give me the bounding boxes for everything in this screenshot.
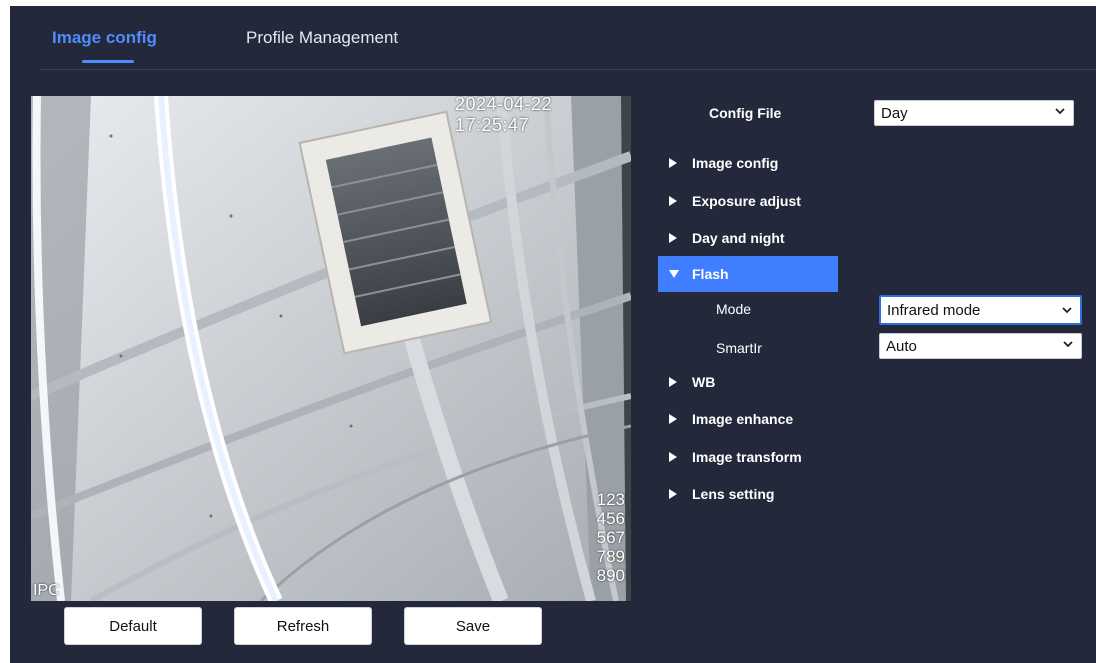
section-exposure-adjust[interactable]: Exposure adjust <box>658 183 838 219</box>
section-label: Lens setting <box>692 486 775 502</box>
osd-channel-name: IPC <box>33 582 60 599</box>
active-tab-indicator <box>82 60 134 63</box>
config-file-value: Day <box>881 104 908 122</box>
chevron-down-icon <box>1063 341 1073 348</box>
refresh-button[interactable]: Refresh <box>234 607 372 645</box>
smartir-select[interactable]: Auto <box>879 333 1082 359</box>
section-image-enhance[interactable]: Image enhance <box>658 401 838 437</box>
save-button[interactable]: Save <box>404 607 542 645</box>
osd-line: 789 <box>596 547 625 566</box>
tab-profile-management[interactable]: Profile Management <box>246 28 398 48</box>
video-preview[interactable]: 2024-04-22 17:25:47 123 456 567 789 890 … <box>31 96 631 601</box>
osd-line: 123 <box>596 490 625 509</box>
triangle-right-icon <box>668 413 684 425</box>
triangle-right-icon <box>668 232 684 244</box>
settings-panel: Image config Profile Management 2024-04-… <box>10 6 1096 663</box>
osd-line: 456 <box>596 509 625 528</box>
section-image-config[interactable]: Image config <box>658 145 838 181</box>
mode-select[interactable]: Infrared mode <box>879 295 1082 325</box>
default-button[interactable]: Default <box>64 607 202 645</box>
config-file-label: Config File <box>709 105 782 121</box>
section-image-transform[interactable]: Image transform <box>658 439 838 475</box>
triangle-right-icon <box>668 195 684 207</box>
osd-line: 890 <box>596 566 625 585</box>
section-day-and-night[interactable]: Day and night <box>658 220 838 256</box>
section-lens-setting[interactable]: Lens setting <box>658 476 838 512</box>
osd-line: 567 <box>596 528 625 547</box>
smartir-label: SmartIr <box>716 340 762 356</box>
osd-timestamp: 2024-04-22 17:25:47 <box>455 96 553 135</box>
section-label: Day and night <box>692 230 785 246</box>
triangle-down-icon <box>668 269 684 279</box>
section-label: Exposure adjust <box>692 193 801 209</box>
triangle-right-icon <box>668 157 684 169</box>
section-label: WB <box>692 374 716 390</box>
section-label: Flash <box>692 266 729 282</box>
chevron-down-icon <box>1062 307 1072 314</box>
tab-divider <box>40 69 1096 70</box>
section-flash[interactable]: Flash <box>658 256 838 292</box>
section-wb[interactable]: WB <box>658 364 838 400</box>
osd-text-lines: 123 456 567 789 890 <box>597 490 625 585</box>
section-label: Image transform <box>692 449 802 465</box>
config-file-select[interactable]: Day <box>874 100 1074 126</box>
section-label: Image config <box>692 155 779 171</box>
camera-image <box>31 96 631 601</box>
section-label: Image enhance <box>692 411 794 427</box>
mode-label: Mode <box>716 301 752 317</box>
smartir-value: Auto <box>886 337 917 355</box>
mode-value: Infrared mode <box>887 301 981 319</box>
tab-image-config[interactable]: Image config <box>52 28 157 48</box>
triangle-right-icon <box>668 376 684 388</box>
triangle-right-icon <box>668 451 684 463</box>
chevron-down-icon <box>1055 108 1065 115</box>
triangle-right-icon <box>668 488 684 500</box>
